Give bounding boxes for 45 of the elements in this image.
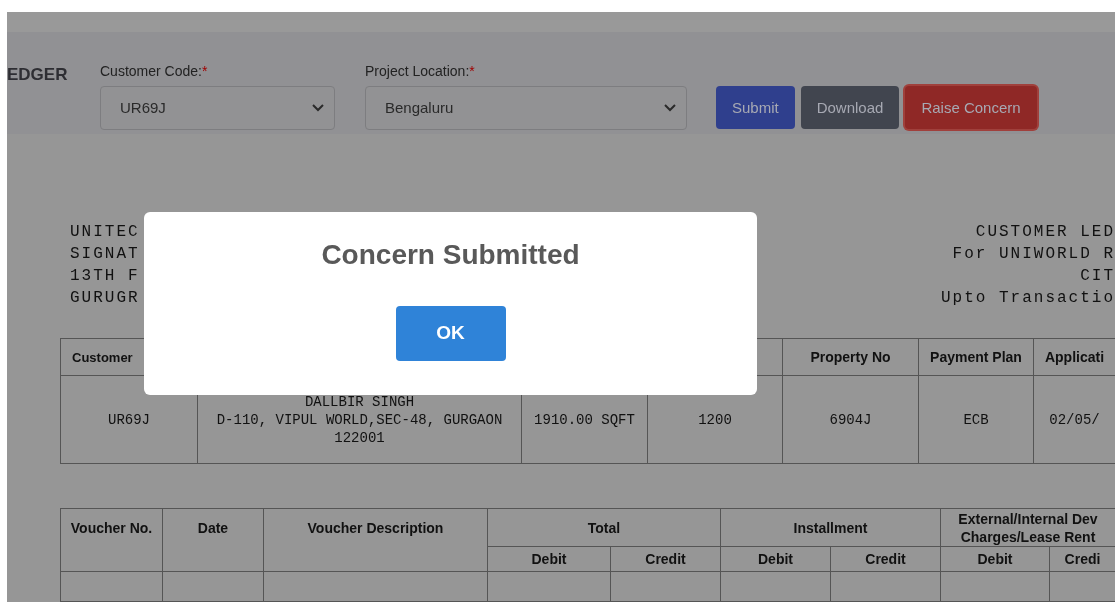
field-label: Project Location:* — [365, 62, 476, 82]
table-cell: DALLBIR SINGH — [304, 392, 415, 411]
column-header: Property No — [810, 348, 891, 365]
table-cell: 1910.00 SQFT — [534, 410, 635, 429]
table-cell: ECB — [963, 410, 989, 429]
table-cell: 1200 — [698, 410, 732, 429]
column-header: Payment Plan — [930, 348, 1022, 365]
table-cell: 02/05/ — [1049, 410, 1100, 429]
report-header-line: CUSTOMER LED — [975, 222, 1115, 243]
column-header: Applicati — [1044, 348, 1105, 365]
table-cell: 122001 — [334, 428, 385, 447]
action-button[interactable]: Download — [800, 86, 900, 130]
chevron-down-icon — [664, 104, 676, 113]
select-field[interactable]: Bengaluru — [365, 86, 687, 131]
report-header-line: CIT — [1080, 266, 1115, 287]
page-title: EDGER — [7, 64, 69, 87]
ok-button[interactable]: OK — [395, 306, 506, 361]
company-address-line: 13TH F — [70, 266, 140, 287]
field-label: Customer Code:* — [100, 62, 209, 82]
column-header: Debit — [758, 550, 793, 567]
column-header: Debit — [531, 550, 567, 567]
action-button[interactable]: Submit — [716, 86, 795, 130]
chevron-down-icon — [312, 104, 324, 113]
select-field[interactable]: UR69J — [100, 86, 335, 131]
column-header: Credit — [865, 550, 906, 567]
column-header: Credit — [645, 550, 686, 567]
column-group-header: Total — [587, 519, 621, 536]
column-header: Date — [197, 520, 229, 536]
column-group-header: Installment — [793, 519, 868, 536]
column-header: Voucher Description — [307, 520, 444, 536]
column-header: Debit — [977, 550, 1013, 567]
company-address-line: UNITEC — [70, 222, 140, 243]
company-address-line: GURUGR — [70, 288, 140, 309]
report-header-line: For UNIWORLD R — [952, 244, 1115, 265]
dialog-title: Concern Submitted — [321, 238, 580, 272]
table-cell: 6904J — [829, 410, 872, 429]
column-group-header: External/Internal Dev Charges/Lease Rent — [958, 510, 1098, 545]
table-cell: D-110, VIPUL WORLD,SEC-48, GURGAON — [216, 410, 503, 429]
column-header: Credi — [1064, 550, 1101, 567]
action-button[interactable]: Raise Concern — [905, 86, 1037, 130]
table-cell: UR69J — [108, 410, 150, 429]
company-address-line: SIGNAT — [70, 244, 140, 265]
column-header: Customer — [72, 349, 133, 365]
column-header: Voucher No. — [70, 520, 153, 536]
report-header-line: Upto Transactio — [940, 288, 1115, 309]
